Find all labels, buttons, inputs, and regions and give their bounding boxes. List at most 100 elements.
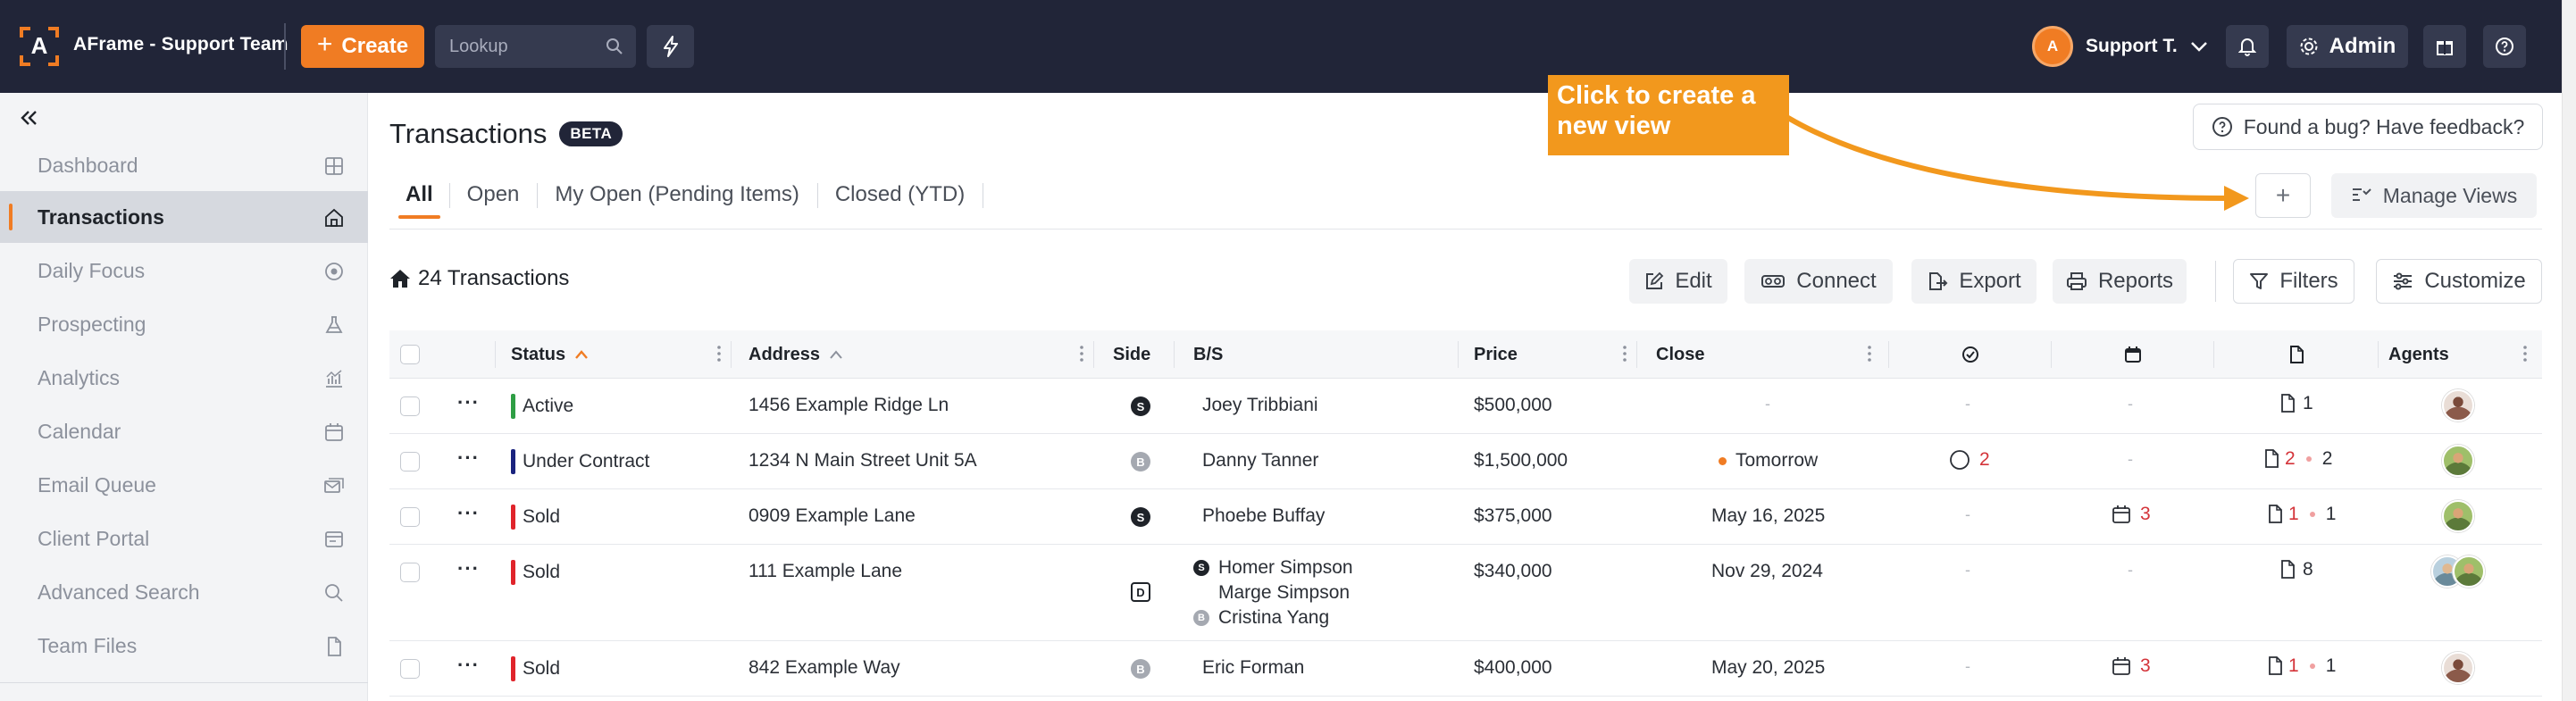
documents-cell[interactable]: 1 1: [2267, 655, 2336, 677]
create-button[interactable]: + Create: [301, 25, 424, 68]
sidebar-item-analytics[interactable]: Analytics: [0, 352, 368, 404]
address-link[interactable]: 0909 Example Lane: [749, 505, 916, 527]
client-name[interactable]: Phoebe Buffay: [1202, 505, 1325, 527]
status-color-bar: [511, 394, 515, 419]
manage-views-button[interactable]: Manage Views: [2331, 173, 2537, 218]
tab-closed-ytd[interactable]: Closed (YTD): [816, 178, 983, 212]
documents-count: 8: [2303, 559, 2313, 580]
agents-cell[interactable]: [2431, 555, 2485, 588]
agents-cell[interactable]: [2442, 389, 2474, 421]
client-name[interactable]: Eric Forman: [1202, 657, 1304, 679]
documents-cell[interactable]: 1 1: [2267, 504, 2336, 525]
tasks-cell[interactable]: 2: [1949, 449, 1990, 471]
column-header-tasks[interactable]: [1961, 330, 1979, 379]
aframe-logo[interactable]: A: [20, 27, 59, 66]
client-name[interactable]: Marge Simpson: [1218, 582, 1350, 604]
customize-button[interactable]: Customize: [2376, 259, 2542, 304]
agents-cell[interactable]: [2442, 445, 2474, 477]
column-menu-icon[interactable]: [1622, 345, 1627, 363]
column-menu-icon[interactable]: [716, 345, 722, 363]
document-icon: [2269, 505, 2282, 523]
connect-button[interactable]: Connect: [1744, 259, 1893, 304]
page-title-text: Transactions: [389, 118, 548, 149]
dates-cell[interactable]: 3: [2112, 655, 2151, 677]
row-actions-menu-icon[interactable]: ···: [457, 502, 480, 525]
export-button[interactable]: Export: [1911, 259, 2037, 304]
client-name[interactable]: Joey Tribbiani: [1202, 395, 1318, 416]
tab-my-open[interactable]: My Open (Pending Items): [537, 178, 816, 212]
column-header-documents[interactable]: [2288, 330, 2304, 379]
sidebar-item-prospecting[interactable]: Prospecting: [0, 298, 368, 350]
column-header-side[interactable]: Side: [1113, 330, 1150, 379]
column-header-agents[interactable]: Agents: [2388, 330, 2449, 379]
row-actions-menu-icon[interactable]: ···: [457, 446, 480, 470]
notifications-button[interactable]: [2226, 25, 2269, 68]
dates-cell[interactable]: 3: [2112, 504, 2151, 525]
sidebar-item-calendar[interactable]: Calendar: [0, 405, 368, 457]
status-cell: Sold: [511, 560, 560, 585]
gift-button[interactable]: [2423, 25, 2466, 68]
help-button[interactable]: [2483, 25, 2526, 68]
lookup-input[interactable]: [449, 25, 601, 68]
agents-cell[interactable]: [2442, 500, 2474, 532]
filters-button[interactable]: Filters: [2233, 259, 2354, 304]
select-all-checkbox[interactable]: [400, 330, 420, 379]
column-menu-icon[interactable]: [1079, 345, 1084, 363]
sidebar-item-transactions[interactable]: Transactions: [0, 191, 368, 243]
collapse-sidebar-icon[interactable]: [16, 105, 43, 132]
column-header-price[interactable]: Price: [1474, 330, 1518, 379]
client-name[interactable]: Homer Simpson: [1218, 557, 1353, 579]
column-menu-icon[interactable]: [2522, 345, 2528, 363]
column-header-close[interactable]: Close: [1656, 330, 1704, 379]
table-row[interactable]: ··· Under Contract 1234 N Main Street Un…: [389, 434, 2542, 489]
column-menu-icon[interactable]: [1867, 345, 1872, 363]
edit-button[interactable]: Edit: [1629, 259, 1727, 304]
table-row[interactable]: ··· Sold 111 Example Lane D S Homer Simp…: [389, 545, 2542, 641]
plus-icon: +: [316, 29, 333, 59]
documents-count: 1: [2303, 393, 2313, 413]
column-header-bs[interactable]: B/S: [1193, 330, 1223, 379]
reports-button[interactable]: Reports: [2053, 259, 2187, 304]
tab-all[interactable]: All: [389, 178, 449, 219]
address-link[interactable]: 111 Example Lane: [749, 561, 902, 582]
row-checkbox[interactable]: [400, 452, 420, 472]
row-actions-menu-icon[interactable]: ···: [457, 557, 480, 580]
row-checkbox[interactable]: [400, 563, 420, 582]
callout-annotation: Click to create a new view: [1548, 75, 1789, 155]
address-link[interactable]: 1234 N Main Street Unit 5A: [749, 450, 977, 472]
column-header-dates[interactable]: [2124, 330, 2142, 379]
agents-cell[interactable]: [2442, 652, 2474, 684]
sidebar-item-team-files[interactable]: Team Files: [0, 620, 368, 672]
row-checkbox[interactable]: [400, 659, 420, 679]
sidebar-item-dashboard[interactable]: Dashboard: [0, 139, 368, 191]
row-checkbox[interactable]: [400, 396, 420, 416]
documents-cell[interactable]: 1: [2279, 393, 2313, 414]
documents-cell[interactable]: 2 2: [2263, 448, 2332, 470]
documents-cell[interactable]: 8: [2279, 559, 2313, 580]
user-menu[interactable]: A Support T.: [2032, 25, 2208, 68]
table-row[interactable]: ··· Sold 842 Example Way B Eric Forman $…: [389, 641, 2542, 697]
row-actions-menu-icon[interactable]: ···: [457, 654, 480, 677]
sidebar-item-daily-focus[interactable]: Daily Focus: [0, 245, 368, 296]
column-header-address[interactable]: Address: [749, 330, 843, 379]
table-row[interactable]: ··· Active 1456 Example Ridge Ln S Joey …: [389, 379, 2542, 434]
lookup-search[interactable]: [435, 25, 636, 68]
row-actions-menu-icon[interactable]: ···: [457, 391, 480, 414]
admin-button[interactable]: Admin: [2287, 25, 2408, 68]
vertical-scrollbar[interactable]: [2562, 0, 2576, 701]
client-name[interactable]: Danny Tanner: [1202, 450, 1318, 472]
address-link[interactable]: 1456 Example Ridge Ln: [749, 395, 949, 416]
sidebar-item-email-queue[interactable]: Email Queue: [0, 459, 368, 511]
tab-open[interactable]: Open: [448, 178, 538, 212]
sidebar-item-client-portal[interactable]: Client Portal: [0, 513, 368, 564]
logo-letter: A: [30, 32, 48, 59]
row-checkbox[interactable]: [400, 507, 420, 527]
sidebar-item-advanced-search[interactable]: Advanced Search: [0, 566, 368, 618]
client-name[interactable]: Cristina Yang: [1218, 607, 1329, 629]
chevron-down-icon: [2190, 42, 2207, 52]
column-header-status[interactable]: Status: [511, 330, 589, 379]
table-row[interactable]: ··· Sold 0909 Example Lane S Phoebe Buff…: [389, 489, 2542, 545]
status-text: Active: [523, 396, 574, 416]
address-link[interactable]: 842 Example Way: [749, 657, 900, 679]
quick-actions-button[interactable]: [647, 25, 694, 68]
